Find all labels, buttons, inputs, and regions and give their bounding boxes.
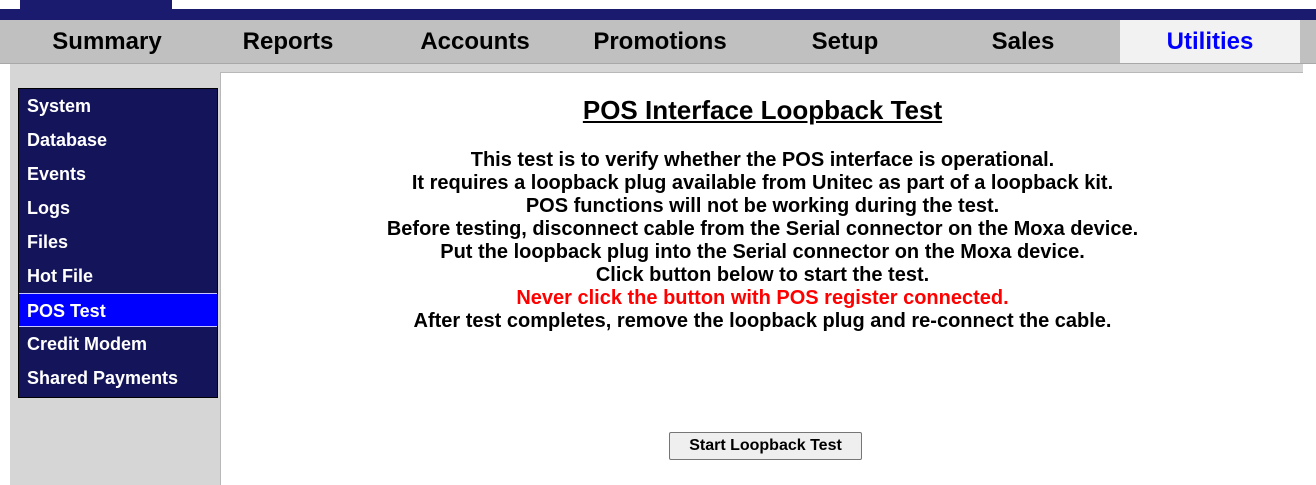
tab-accounts[interactable]: Accounts [400, 20, 550, 63]
right-gutter [1303, 64, 1316, 485]
main-tab-bar: Summary Reports Accounts Promotions Setu… [0, 20, 1316, 64]
top-header-strip [0, 0, 1316, 20]
instructions-block: This test is to verify whether the POS i… [221, 149, 1304, 333]
content-panel: POS Interface Loopback Test This test is… [220, 72, 1303, 485]
tab-sales[interactable]: Sales [958, 20, 1088, 63]
left-gutter [0, 64, 10, 485]
utilities-sidebar-menu: System Database Events Logs Files Hot Fi… [18, 88, 218, 398]
tab-summary[interactable]: Summary [16, 20, 198, 63]
tab-reports[interactable]: Reports [222, 20, 354, 63]
sidebar-item-files[interactable]: Files [19, 225, 217, 259]
page-title: POS Interface Loopback Test [582, 95, 943, 125]
sidebar-item-events[interactable]: Events [19, 157, 217, 191]
sidebar-item-shared-payments[interactable]: Shared Payments [19, 361, 217, 395]
sidebar-item-logs[interactable]: Logs [19, 191, 217, 225]
instruction-line: After test completes, remove the loopbac… [413, 310, 1112, 332]
instruction-line: This test is to verify whether the POS i… [470, 149, 1055, 171]
sidebar-item-system[interactable]: System [19, 89, 217, 123]
header-logo-remnant [20, 0, 172, 9]
sidebar-item-credit-modem[interactable]: Credit Modem [19, 327, 217, 361]
instruction-line: Before testing, disconnect cable from th… [386, 218, 1139, 240]
tab-utilities[interactable]: Utilities [1120, 20, 1300, 63]
tab-promotions[interactable]: Promotions [570, 20, 750, 63]
instruction-line: Click button below to start the test. [595, 264, 930, 286]
tab-setup[interactable]: Setup [790, 20, 900, 63]
instruction-line: Put the loopback plug into the Serial co… [440, 241, 1085, 263]
sidebar-item-pos-test[interactable]: POS Test [19, 293, 217, 327]
start-loopback-test-button[interactable]: Start Loopback Test [669, 432, 862, 460]
warning-text: Never click the button with POS register… [516, 287, 1009, 309]
header-navy-bar [0, 9, 1316, 20]
instruction-line: POS functions will not be working during… [525, 195, 1000, 217]
instruction-line: It requires a loopback plug available fr… [411, 172, 1114, 194]
sidebar-item-database[interactable]: Database [19, 123, 217, 157]
sidebar-item-hot-file[interactable]: Hot File [19, 259, 217, 293]
